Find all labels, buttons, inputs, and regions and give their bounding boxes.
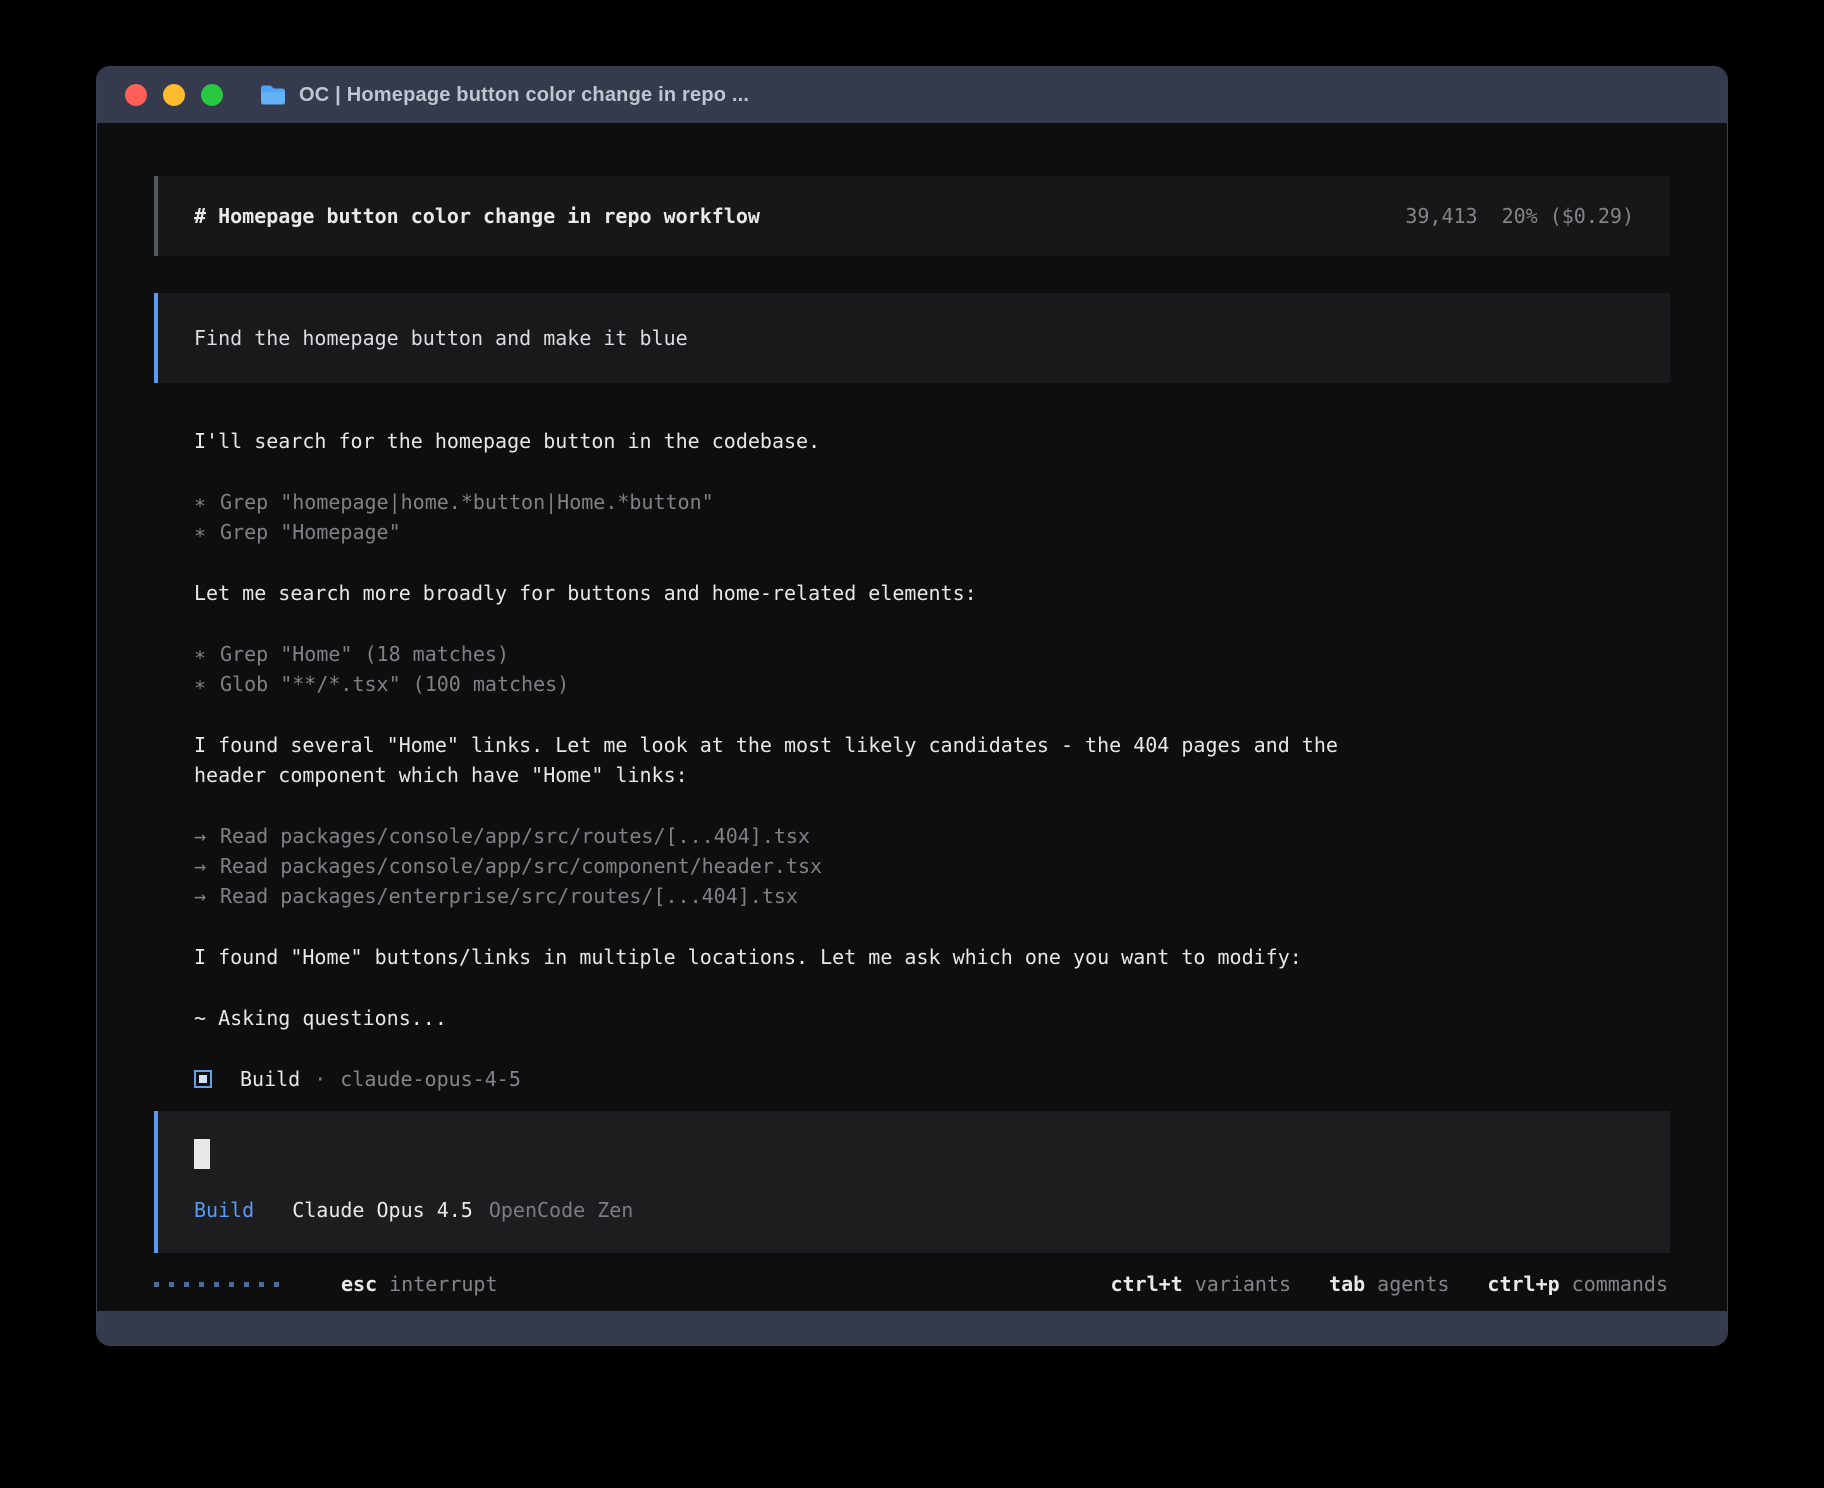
user-message: Find the homepage button and make it blu… — [154, 293, 1670, 383]
asterisk-icon: ∗ — [194, 487, 220, 517]
session-cost: ($0.29) — [1550, 201, 1634, 231]
separator-dot: · — [314, 1064, 326, 1094]
tool-call-text: Grep "homepage|home.*button|Home.*button… — [220, 487, 714, 517]
esc-action-label: interrupt — [389, 1269, 497, 1299]
titlebar[interactable]: OC | Homepage button color change in rep… — [97, 67, 1727, 123]
tool-call-text: Grep "Homepage" — [220, 517, 401, 547]
tool-call-group: → Read packages/console/app/src/routes/[… — [194, 821, 1670, 911]
window-bottom-chrome — [97, 1311, 1727, 1345]
shortcut-key: tab — [1329, 1269, 1365, 1299]
shortcut-variants: ctrl+t variants — [1110, 1269, 1291, 1299]
input-model-label: Claude Opus 4.5 — [292, 1195, 473, 1225]
session-title: # Homepage button color change in repo w… — [194, 201, 760, 231]
tool-call-text: Glob "**/*.tsx" (100 matches) — [220, 669, 569, 699]
tool-call-line: ∗ Glob "**/*.tsx" (100 matches) — [194, 669, 1670, 699]
esc-key-hint: esc — [341, 1269, 377, 1299]
assistant-paragraph: I found "Home" buttons/links in multiple… — [194, 942, 1670, 972]
shortcut-label: variants — [1195, 1269, 1291, 1299]
input-agent-label: Build — [194, 1195, 254, 1225]
tool-call-text: Read packages/console/app/src/routes/[..… — [220, 821, 810, 851]
tool-call-line: → Read packages/console/app/src/routes/[… — [194, 821, 1670, 851]
shortcut-label: agents — [1377, 1269, 1449, 1299]
model-name: claude-opus-4-5 — [340, 1064, 521, 1094]
assistant-paragraph: I found several "Home" links. Let me loo… — [194, 730, 1670, 790]
task-square-icon — [194, 1070, 212, 1088]
text-cursor — [194, 1139, 210, 1169]
input-meta-row: Build Claude Opus 4.5 OpenCode Zen — [194, 1195, 1634, 1225]
tool-call-line: ∗ Grep "Home" (18 matches) — [194, 639, 1670, 669]
tool-call-line: → Read packages/console/app/src/componen… — [194, 851, 1670, 881]
context-percent: 20% — [1502, 201, 1538, 231]
token-count: 39,413 — [1405, 201, 1477, 231]
tool-call-line: ∗ Grep "homepage|home.*button|Home.*butt… — [194, 487, 1670, 517]
input-provider-label: OpenCode Zen — [489, 1195, 634, 1225]
status-bar-right: ctrl+t variants tab agents ctrl+p comman… — [1110, 1269, 1668, 1299]
assistant-paragraph: Let me search more broadly for buttons a… — [194, 578, 1670, 608]
agent-name: Build — [240, 1064, 300, 1094]
shortcut-label: commands — [1572, 1269, 1668, 1299]
tool-call-text: Read packages/console/app/src/component/… — [220, 851, 822, 881]
shortcut-commands: ctrl+p commands — [1487, 1269, 1668, 1299]
asterisk-icon: ∗ — [194, 517, 220, 547]
terminal-content: # Homepage button color change in repo w… — [97, 123, 1727, 1311]
close-button[interactable] — [125, 84, 147, 106]
assistant-text-line: header component which have "Home" links… — [194, 760, 1670, 790]
assistant-output: I'll search for the homepage button in t… — [154, 426, 1670, 1094]
assistant-paragraph: I'll search for the homepage button in t… — [194, 426, 1670, 456]
window-title: OC | Homepage button color change in rep… — [299, 84, 749, 107]
asterisk-icon: ∗ — [194, 669, 220, 699]
tool-call-text: Read packages/enterprise/src/routes/[...… — [220, 881, 798, 911]
tool-call-group: ∗ Grep "homepage|home.*button|Home.*butt… — [194, 487, 1670, 547]
status-bar-left: esc interrupt — [154, 1269, 498, 1299]
shortcut-key: ctrl+t — [1110, 1269, 1182, 1299]
assistant-working-line: ~ Asking questions... — [194, 1003, 1670, 1033]
spinner-dots-icon — [154, 1282, 289, 1287]
shortcut-agents: tab agents — [1329, 1269, 1449, 1299]
prompt-input[interactable]: Build Claude Opus 4.5 OpenCode Zen — [154, 1111, 1670, 1253]
arrow-right-icon: → — [194, 881, 220, 911]
session-header: # Homepage button color change in repo w… — [154, 176, 1670, 256]
tool-call-group: ∗ Grep "Home" (18 matches) ∗ Glob "**/*.… — [194, 639, 1670, 699]
minimize-button[interactable] — [163, 84, 185, 106]
shortcut-key: ctrl+p — [1487, 1269, 1559, 1299]
status-bar: esc interrupt ctrl+t variants tab agents… — [154, 1269, 1670, 1299]
zoom-button[interactable] — [201, 84, 223, 106]
assistant-text-line: I found several "Home" links. Let me loo… — [194, 730, 1670, 760]
agent-status-line: Build · claude-opus-4-5 — [194, 1064, 1670, 1094]
asterisk-icon: ∗ — [194, 639, 220, 669]
tool-call-line: → Read packages/enterprise/src/routes/[.… — [194, 881, 1670, 911]
session-stats: 39,413 20% ($0.29) — [1405, 201, 1634, 231]
tool-call-text: Grep "Home" (18 matches) — [220, 639, 509, 669]
arrow-right-icon: → — [194, 851, 220, 881]
folder-icon — [259, 83, 287, 107]
tool-call-line: ∗ Grep "Homepage" — [194, 517, 1670, 547]
terminal-window: OC | Homepage button color change in rep… — [96, 66, 1728, 1346]
arrow-right-icon: → — [194, 821, 220, 851]
